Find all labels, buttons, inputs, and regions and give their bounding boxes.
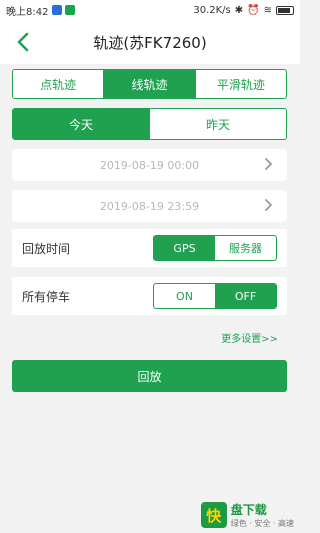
track-type-tabs: 点轨迹 线轨迹 平滑轨迹	[12, 69, 287, 99]
watermark-logo: 快 盘下载 绿色 · 安全 · 高速	[200, 501, 294, 529]
all-parking-label: 所有停车	[22, 289, 71, 304]
bluetooth-icon: ✱	[234, 4, 244, 16]
end-time-field[interactable]: 2019-08-19 23:59	[12, 190, 287, 222]
status-time: 晚上8:42	[6, 6, 49, 18]
start-time-value: 2019-08-19 00:00	[99, 158, 200, 172]
end-time-value: 2019-08-19 23:59	[99, 199, 200, 213]
playback-time-label: 回放时间	[22, 241, 71, 256]
tab-smooth-track[interactable]: 平滑轨迹	[196, 70, 286, 98]
playback-button[interactable]: 回放	[12, 360, 287, 392]
notification-icons	[52, 5, 76, 15]
option-off[interactable]: OFF	[215, 284, 276, 308]
playback-time-row: 回放时间 GPS 服务器	[12, 229, 287, 267]
chevron-right-icon	[265, 199, 272, 211]
wifi-icon: ≋	[263, 4, 272, 16]
option-on[interactable]: ON	[154, 284, 215, 308]
option-gps[interactable]: GPS	[154, 236, 215, 260]
option-server[interactable]: 服务器	[215, 236, 276, 260]
all-parking-toggle: ON OFF	[153, 283, 277, 309]
all-parking-row: 所有停车 ON OFF	[12, 277, 287, 315]
chevron-right-icon	[265, 158, 272, 170]
alarm-icon: ⏰	[247, 4, 260, 16]
watermark-tagline: 绿色 · 安全 · 高速	[230, 519, 294, 528]
watermark-logo-mark: 快	[200, 502, 227, 528]
app-notification-icon	[65, 5, 76, 15]
tab-point-track[interactable]: 点轨迹	[13, 70, 105, 98]
network-speed: 30.2K/s	[193, 4, 231, 16]
playback-time-toggle: GPS 服务器	[153, 235, 277, 261]
tab-today[interactable]: 今天	[13, 109, 150, 139]
start-time-field[interactable]: 2019-08-19 00:00	[12, 149, 287, 181]
app-notification-icon	[52, 5, 63, 15]
page-title: 轨迹(苏FK7260)	[93, 33, 207, 52]
battery-icon	[276, 5, 294, 15]
tab-yesterday[interactable]: 昨天	[150, 109, 286, 139]
back-arrow-icon[interactable]	[12, 30, 36, 54]
more-settings-link[interactable]: 更多设置>>	[221, 330, 278, 345]
day-tabs: 今天 昨天	[12, 108, 287, 140]
nav-bar: 轨迹(苏FK7260)	[0, 20, 300, 64]
watermark-name: 盘下载	[230, 503, 267, 517]
status-bar: 晚上8:42 30.2K/s ✱ ⏰ ≋	[0, 0, 300, 20]
tab-line-track[interactable]: 线轨迹	[104, 70, 196, 98]
